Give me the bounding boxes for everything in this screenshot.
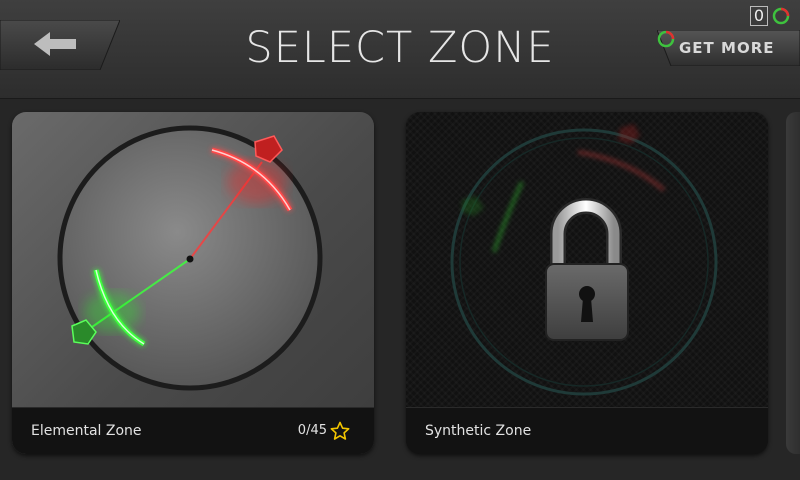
zone-card-elemental[interactable]: Elemental Zone 0/45: [12, 112, 374, 454]
next-zone-card-edge[interactable]: [786, 112, 800, 454]
padlock-icon: [545, 198, 629, 341]
zone-preview-synthetic: [450, 124, 718, 396]
zone-score: 0/45: [298, 408, 350, 454]
back-button[interactable]: [0, 20, 120, 70]
currency-display: 0: [749, 4, 790, 28]
zone-name: Elemental Zone: [31, 423, 142, 439]
get-more-button[interactable]: GET MORE: [657, 30, 800, 66]
ring-orb-icon: [657, 30, 675, 48]
currency-count: 0: [749, 6, 768, 26]
top-bar: SELECT ZONE 0 GET MORE: [0, 0, 800, 99]
get-more-label: GET MORE: [679, 39, 775, 57]
page-title: SELECT ZONE: [245, 23, 555, 73]
dial-center: [186, 255, 194, 263]
zone-score-value: 0/45: [297, 423, 327, 438]
card-footer: Elemental Zone 0/45: [12, 407, 374, 454]
ring-orb-icon: [772, 7, 790, 25]
zone-name: Synthetic Zone: [425, 423, 532, 439]
card-footer: Synthetic Zone: [406, 407, 768, 454]
zone-preview-elemental: [57, 125, 323, 391]
star-outline-icon: [330, 421, 350, 440]
zone-card-synthetic[interactable]: Synthetic Zone: [406, 112, 768, 454]
